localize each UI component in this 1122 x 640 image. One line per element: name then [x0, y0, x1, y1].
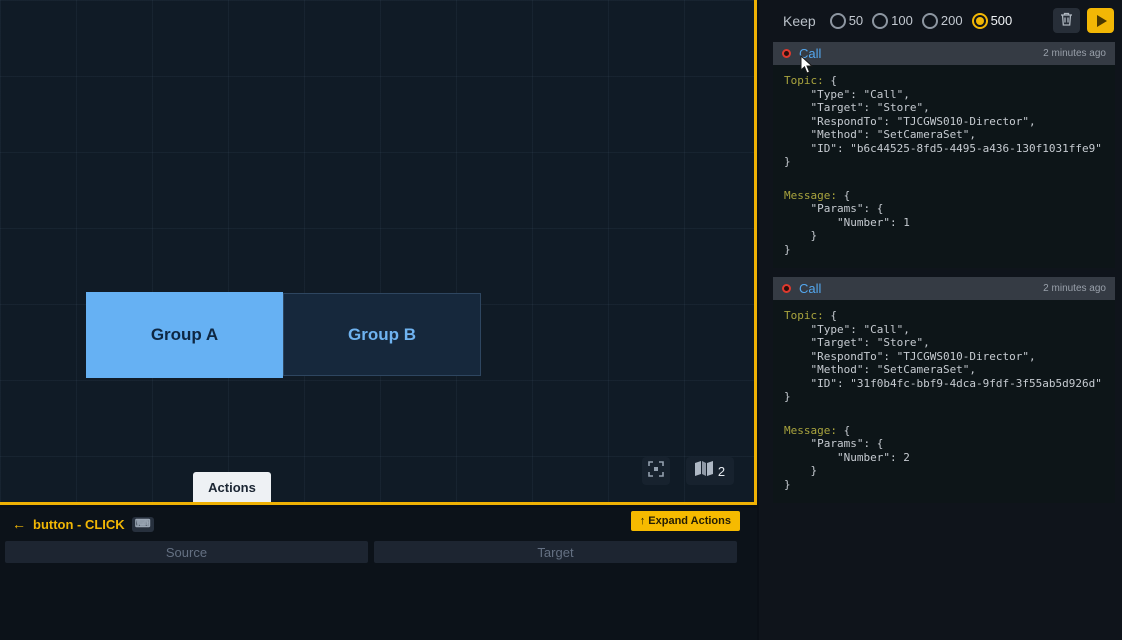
play-button[interactable]	[1087, 8, 1114, 33]
message-log-panel: Keep 50 100 200 500	[759, 0, 1122, 640]
message-card-header: Call 2 minutes ago	[773, 277, 1115, 300]
action-editor-panel: ← button - CLICK ⌨ ↑ Expand Actions	[0, 508, 757, 640]
clear-log-button[interactable]	[1053, 8, 1080, 33]
back-arrow-icon[interactable]: ←	[12, 516, 26, 532]
message-card-body: Topic: { "Type": "Call", "Target": "Stor…	[773, 65, 1115, 268]
radio-icon	[922, 13, 938, 29]
trash-icon	[1060, 12, 1073, 29]
message-type[interactable]: Call	[799, 281, 821, 296]
fit-to-screen-icon	[648, 461, 664, 482]
keep-option-100[interactable]: 100	[872, 13, 913, 29]
message-card-body: Topic: { "Type": "Call", "Target": "Stor…	[773, 300, 1115, 503]
fit-to-screen-button[interactable]	[642, 457, 670, 485]
target-input[interactable]	[374, 541, 737, 563]
keep-option-200[interactable]: 200	[922, 13, 963, 29]
keep-toolbar: Keep 50 100 200 500	[759, 0, 1122, 41]
record-icon	[782, 284, 791, 293]
action-editor-header: ← button - CLICK ⌨ ↑ Expand Actions	[0, 508, 757, 540]
radio-icon	[830, 13, 846, 29]
map-count: 2	[718, 464, 725, 479]
message-card[interactable]: Call 2 minutes ago Topic: { "Type": "Cal…	[773, 42, 1115, 268]
source-input[interactable]	[5, 541, 368, 563]
radio-icon	[872, 13, 888, 29]
keep-label: Keep	[783, 13, 816, 29]
map-icon	[695, 461, 713, 481]
tab-actions[interactable]: Actions	[193, 472, 271, 502]
group-b-button[interactable]: Group B	[283, 293, 481, 376]
message-list: Call 2 minutes ago Topic: { "Type": "Cal…	[759, 41, 1122, 503]
keyboard-icon: ⌨	[132, 517, 154, 532]
record-icon	[782, 49, 791, 58]
message-json: Message: { "Params": { "Number": 1 } }	[784, 189, 1104, 257]
action-title: button - CLICK	[33, 517, 125, 532]
map-overview-button[interactable]: 2	[686, 457, 734, 485]
expand-actions-button[interactable]: ↑ Expand Actions	[631, 511, 740, 531]
group-a-button[interactable]: Group A	[86, 292, 283, 378]
topic-json: Topic: { "Type": "Call", "Target": "Stor…	[784, 74, 1104, 169]
message-card-header: Call 2 minutes ago	[773, 42, 1115, 65]
message-timestamp: 2 minutes ago	[1043, 48, 1106, 59]
stage-canvas[interactable]: Group A Group B Actions 2	[0, 0, 757, 505]
radio-icon	[972, 13, 988, 29]
message-json: Message: { "Params": { "Number": 2 } }	[784, 424, 1104, 492]
keep-option-500[interactable]: 500	[972, 13, 1013, 29]
message-card[interactable]: Call 2 minutes ago Topic: { "Type": "Cal…	[773, 277, 1115, 503]
play-icon	[1097, 15, 1107, 27]
topic-json: Topic: { "Type": "Call", "Target": "Stor…	[784, 309, 1104, 404]
keep-option-50[interactable]: 50	[830, 13, 863, 29]
message-type[interactable]: Call	[799, 46, 821, 61]
message-timestamp: 2 minutes ago	[1043, 283, 1106, 294]
